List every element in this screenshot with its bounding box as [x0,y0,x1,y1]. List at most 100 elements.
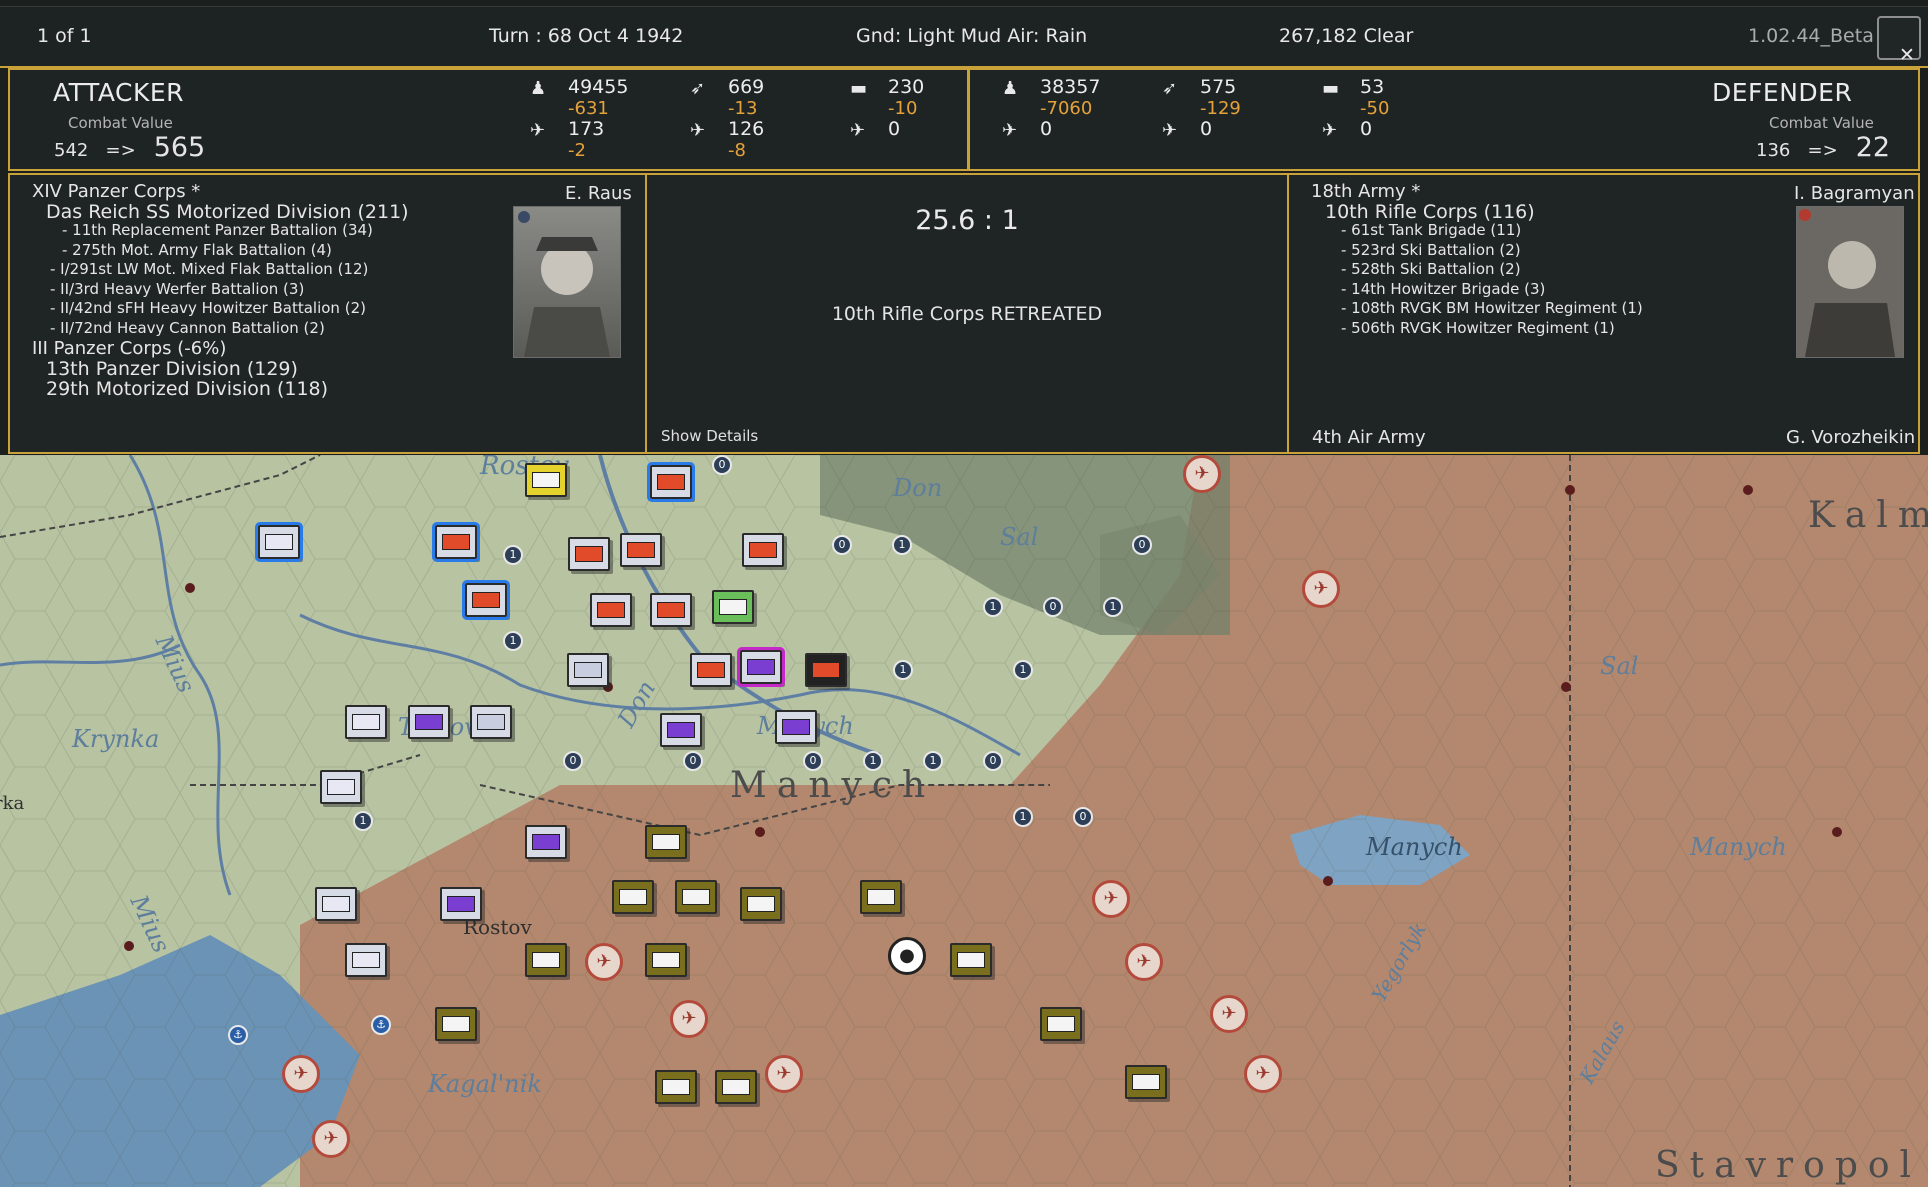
unit-strength-marker[interactable]: 1 [892,535,912,555]
airbase-icon[interactable]: ✈ [1125,943,1163,981]
city-marker[interactable] [1561,682,1571,692]
unit-strength-marker[interactable]: 1 [863,751,883,771]
german-unit-counter[interactable] [462,580,510,620]
port-anchor-icon[interactable]: ⚓ [371,1015,391,1035]
oob-line-level-1[interactable]: XIV Panzer Corps * [32,181,200,202]
unit-strength-marker[interactable]: 1 [893,660,913,680]
soviet-unit-counter[interactable] [1125,1065,1167,1099]
oob-line-level-3[interactable]: - II/3rd Heavy Werfer Battalion (3) [50,280,304,298]
german-hq-counter[interactable] [525,463,567,497]
soviet-unit-counter[interactable] [645,943,687,977]
city-marker[interactable] [185,583,195,593]
unit-strength-marker[interactable]: 1 [503,631,523,651]
airbase-icon[interactable]: ✈ [1183,455,1221,493]
german-hq-counter[interactable] [650,593,692,627]
german-unit-counter[interactable] [432,522,480,562]
oob-line-level-2[interactable]: 13th Panzer Division (129) [46,358,298,380]
oob-line-level-3[interactable]: - 11th Replacement Panzer Battalion (34) [62,221,373,239]
soviet-unit-counter[interactable] [612,880,654,914]
unit-strength-marker[interactable]: 1 [923,751,943,771]
soviet-unit-counter[interactable] [655,1070,697,1104]
game-map[interactable]: Rostov Don Sal Don Mius Krynka Tuzlov Ma… [0,455,1928,1187]
soviet-unit-counter[interactable] [645,825,687,859]
unit-strength-marker[interactable]: 0 [1043,597,1063,617]
oob-line-level-2[interactable]: 29th Motorized Division (118) [46,378,328,400]
oob-line-level-1[interactable]: 18th Army * [1311,181,1420,202]
city-marker[interactable] [1832,827,1842,837]
airbase-icon[interactable]: ✈ [765,1055,803,1093]
unit-strength-marker[interactable]: 1 [1013,660,1033,680]
german-unit-counter[interactable] [255,522,303,562]
unit-strength-marker[interactable]: 0 [983,751,1003,771]
soviet-unit-counter[interactable] [675,880,717,914]
oob-line-level-3[interactable]: - II/42nd sFH Heavy Howitzer Battalion (… [50,299,366,317]
german-hq-counter[interactable] [568,537,610,571]
port-anchor-icon[interactable]: ⚓ [228,1025,248,1045]
airbase-icon[interactable]: ✈ [1302,570,1340,608]
unit-strength-marker[interactable]: 0 [1132,535,1152,555]
attacker-commander-portrait[interactable] [513,206,621,358]
show-details-button[interactable]: Show Details [661,427,758,445]
soviet-unit-counter[interactable] [525,943,567,977]
unit-strength-marker[interactable]: 0 [1073,807,1093,827]
unit-strength-marker[interactable]: 1 [503,545,523,565]
city-marker[interactable] [1743,485,1753,495]
german-unit-counter[interactable] [742,533,784,567]
oob-line-level-3[interactable]: - 14th Howitzer Brigade (3) [1341,280,1545,298]
city-marker[interactable] [124,941,134,951]
airbase-icon[interactable]: ✈ [1092,880,1130,918]
unit-strength-marker[interactable]: 0 [683,751,703,771]
airbase-icon[interactable]: ✈ [1210,995,1248,1033]
airbase-icon[interactable]: ✈ [282,1055,320,1093]
airbase-icon[interactable]: ✈ [312,1120,350,1158]
unit-strength-marker[interactable]: 0 [832,535,852,555]
unit-strength-marker[interactable]: 1 [1013,807,1033,827]
oob-line-level-3[interactable]: - 523rd Ski Battalion (2) [1341,241,1521,259]
city-marker[interactable] [1565,485,1575,495]
german-unit-counter[interactable] [775,710,817,744]
close-button[interactable]: ✕ [1877,16,1921,66]
soviet-unit-counter[interactable] [1040,1007,1082,1041]
oob-line-level-2[interactable]: 10th Rifle Corps (116) [1325,201,1535,223]
german-hq-counter[interactable] [590,593,632,627]
soviet-unit-counter[interactable] [860,880,902,914]
oob-line-level-3[interactable]: - 61st Tank Brigade (11) [1341,221,1521,239]
german-hq-counter[interactable] [470,705,512,739]
german-unit-counter[interactable] [660,713,702,747]
german-unit-counter[interactable] [440,887,482,921]
german-hq-counter[interactable] [345,705,387,739]
german-unit-counter[interactable] [647,462,695,502]
city-marker[interactable] [755,827,765,837]
german-hq-counter[interactable] [620,533,662,567]
unit-strength-marker[interactable]: 1 [353,811,373,831]
oob-line-level-2[interactable]: Das Reich SS Motorized Division (211) [46,201,409,223]
german-unit-counter[interactable] [315,887,357,921]
unit-strength-marker[interactable]: 0 [563,751,583,771]
soviet-unit-counter[interactable] [435,1007,477,1041]
soviet-tank-hq-icon[interactable]: ● [888,937,926,975]
german-unit-counter[interactable] [712,590,754,624]
oob-line-level-3[interactable]: - 506th RVGK Howitzer Regiment (1) [1341,319,1615,337]
defender-commander-portrait[interactable] [1796,206,1904,358]
oob-line-level-3[interactable]: - I/291st LW Mot. Mixed Flak Battalion (… [50,260,368,278]
unit-strength-marker[interactable]: 1 [1103,597,1123,617]
german-unit-counter[interactable] [345,943,387,977]
german-unit-counter[interactable] [690,653,732,687]
oob-line-level-3[interactable]: - 108th RVGK BM Howitzer Regiment (1) [1341,299,1643,317]
airbase-icon[interactable]: ✈ [670,1000,708,1038]
german-unit-counter[interactable] [805,653,847,687]
german-unit-counter[interactable] [525,825,567,859]
soviet-unit-counter[interactable] [740,887,782,921]
german-hq-counter[interactable] [408,705,450,739]
oob-line-level-3[interactable]: - 275th Mot. Army Flak Battalion (4) [62,241,332,259]
oob-line-level-1[interactable]: III Panzer Corps (-6%) [32,338,226,359]
oob-line-level-3[interactable]: - 528th Ski Battalion (2) [1341,260,1521,278]
unit-strength-marker[interactable]: 1 [983,597,1003,617]
airbase-icon[interactable]: ✈ [585,943,623,981]
german-hq-counter[interactable] [567,653,609,687]
soviet-unit-counter[interactable] [715,1070,757,1104]
city-marker[interactable] [1323,876,1333,886]
soviet-unit-counter[interactable] [950,943,992,977]
airbase-icon[interactable]: ✈ [1244,1055,1282,1093]
oob-line-level-3[interactable]: - II/72nd Heavy Cannon Battalion (2) [50,319,325,337]
